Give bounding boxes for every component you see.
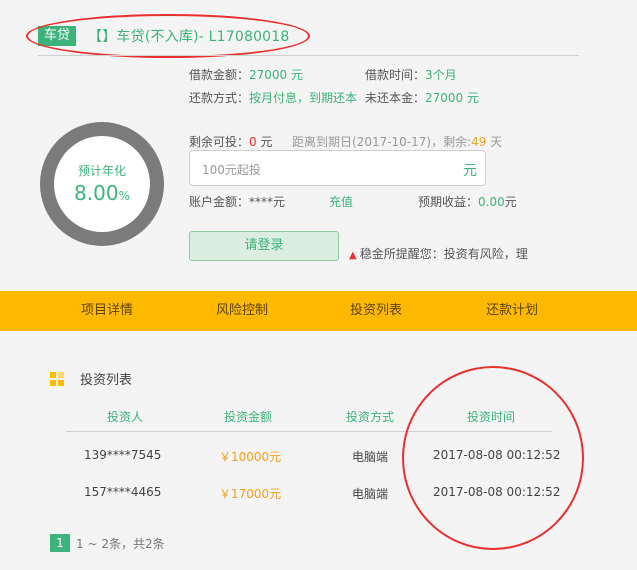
method-cell: 电脑端	[352, 450, 389, 464]
invest-amount-unit: 元	[463, 163, 477, 179]
balance-label: 账户金额：	[189, 195, 250, 209]
days-unit: 天	[490, 135, 503, 149]
expected-unit: 元	[504, 195, 517, 209]
outstanding-value: 27000 元	[425, 91, 480, 105]
login-button[interactable]: 请登录	[189, 231, 339, 261]
pagination-summary: 1 ~ 2条，共2条	[76, 536, 165, 551]
investment-list-title: 投资列表	[80, 373, 133, 388]
invest-amount-input[interactable]: 100元起投 元	[189, 150, 486, 186]
outstanding-label: 未还本金：	[365, 91, 426, 105]
method-cell: 电脑端	[352, 487, 389, 501]
annual-rate-ring: 预计年化 8.00%	[40, 122, 164, 246]
loan-amount: 借款金额：27000 元	[189, 66, 303, 83]
column-header-method: 投资方式	[346, 410, 395, 424]
repay-method: 还款方式：按月付息，到期还本	[189, 89, 357, 106]
risk-warning: ▲ 稳金所提醒您：投资有风险，理	[349, 245, 528, 262]
outstanding-principal: 未还本金：27000 元	[365, 89, 479, 106]
tab-repayment-plan[interactable]: 还款计划	[486, 291, 538, 331]
investor-cell: 139****7545	[84, 448, 162, 462]
remaining-unit: 元	[260, 135, 273, 149]
expected-value: 0.00	[478, 195, 505, 209]
annual-rate-number: 8.00	[74, 181, 119, 205]
annotation-circle-time	[402, 366, 584, 550]
balance-value: ****元	[249, 195, 286, 209]
page-number-button[interactable]: 1	[50, 534, 70, 552]
remaining-investable: 剩余可投：0 元	[189, 133, 273, 150]
days-left-value: 49	[471, 135, 487, 149]
annual-rate-label: 预计年化	[77, 164, 126, 178]
header-divider	[38, 55, 579, 56]
loan-amount-value: 27000 元	[249, 68, 304, 82]
remaining-label: 剩余可投：	[189, 135, 250, 149]
detail-tabs: 项目详情 风险控制 投资列表 还款计划	[0, 291, 637, 331]
loan-term-label: 借款时间：	[365, 68, 426, 82]
repay-method-value: 按月付息，到期还本	[249, 91, 358, 105]
annual-rate-unit: %	[118, 189, 130, 203]
days-to-expiry: 距离到期日(2017-10-17)，剩余:49 天	[292, 133, 502, 150]
investment-list-header: 投资列表	[50, 369, 132, 388]
tab-risk-control[interactable]: 风险控制	[216, 291, 268, 331]
loan-amount-label: 借款金额：	[189, 68, 250, 82]
account-balance: 账户金额：****元	[189, 193, 285, 210]
remaining-value: 0	[249, 135, 257, 149]
tab-project-details[interactable]: 项目详情	[81, 291, 133, 331]
loan-term: 借款时间：3个月	[365, 66, 457, 83]
amount-cell: ￥10000元	[219, 450, 282, 464]
expected-return: 预期收益：0.00元	[418, 193, 517, 210]
column-header-amount: 投资金额	[224, 410, 273, 424]
repay-method-label: 还款方式：	[189, 91, 250, 105]
loan-term-value: 3个月	[425, 68, 457, 82]
annual-rate-center: 预计年化 8.00%	[54, 136, 150, 232]
investor-cell: 157****4465	[84, 485, 162, 499]
pagination: 1 1 ~ 2条，共2条	[50, 534, 165, 552]
warning-icon: ▲	[349, 250, 357, 261]
expiry-text: 距离到期日(2017-10-17)，剩余:	[292, 135, 472, 149]
invest-amount-placeholder: 100元起投	[202, 163, 261, 177]
recharge-link[interactable]: 充值	[329, 193, 353, 210]
expected-label: 预期收益：	[418, 195, 479, 209]
column-header-investor: 投资人	[107, 410, 144, 424]
amount-cell: ￥17000元	[219, 487, 282, 501]
tab-investment-list[interactable]: 投资列表	[350, 291, 402, 331]
risk-warning-text: 稳金所提醒您：投资有风险，理	[359, 247, 528, 261]
annotation-circle-title	[26, 14, 310, 58]
grid-icon	[50, 371, 64, 386]
annual-rate-value: 8.00%	[54, 181, 150, 205]
